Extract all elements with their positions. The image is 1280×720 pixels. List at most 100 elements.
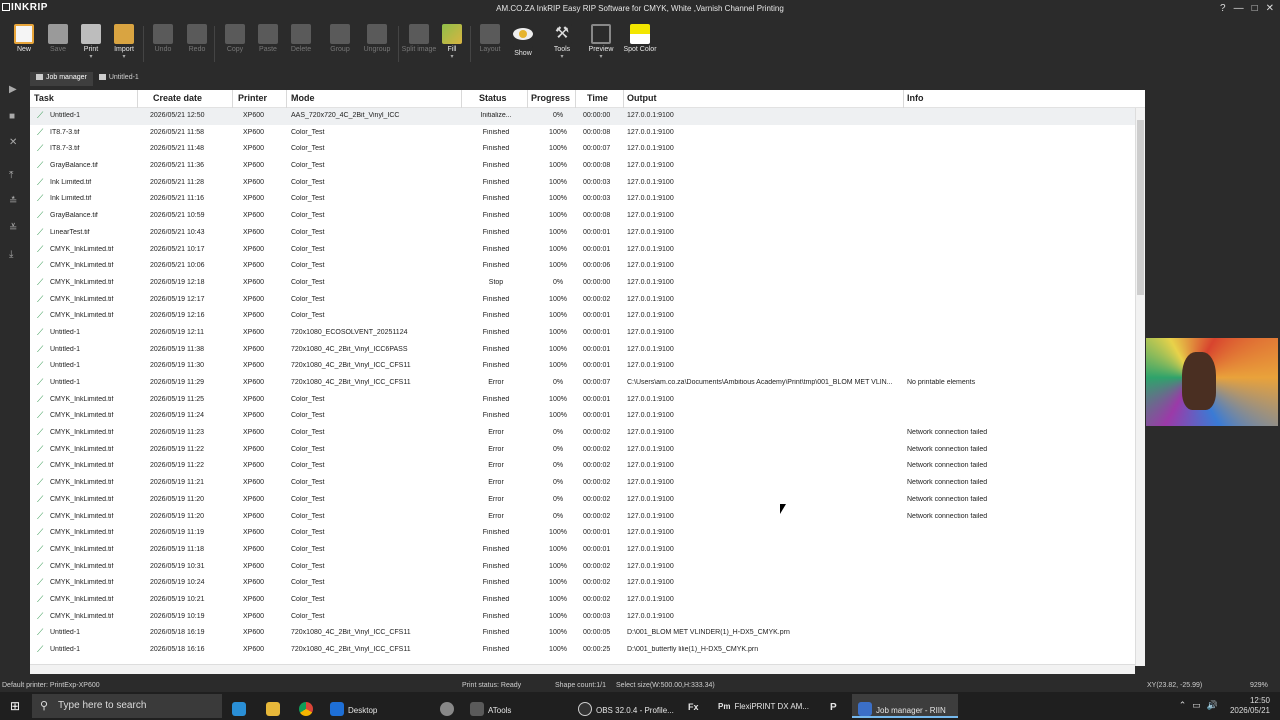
table-row[interactable]: ⟋ Ink Limited.tif 2026/05/21 11:16 XP600 Col… bbox=[30, 191, 1135, 208]
table-row[interactable]: ⟋ CMYK_InkLimited.tif 2026/05/21 10:06 XP60… bbox=[30, 258, 1135, 275]
tab-untitled-1[interactable]: Untitled-1 bbox=[93, 72, 145, 86]
import-button[interactable]: Import ▾ bbox=[106, 24, 142, 60]
preview-button[interactable]: Preview ▾ bbox=[583, 24, 619, 60]
table-row[interactable]: ⟋ Untitled-1 2026/05/19 12:11 XP600 720x1080… bbox=[30, 325, 1135, 342]
job-file-icon: ⟋ bbox=[37, 644, 44, 654]
cell-create-date: 2026/05/19 11:29 bbox=[150, 379, 204, 386]
save-button[interactable]: Save bbox=[40, 24, 76, 54]
windows-start-icon[interactable]: ⊞ bbox=[10, 700, 22, 712]
table-row[interactable]: ⟋ IT8.7-3.tif 2026/05/21 11:48 XP600 Color_T… bbox=[30, 141, 1135, 158]
new-button[interactable]: New bbox=[6, 24, 42, 54]
split-image-button[interactable]: Split image bbox=[401, 24, 437, 54]
vertical-scrollbar[interactable] bbox=[1135, 108, 1145, 666]
taskbar-app[interactable] bbox=[440, 694, 458, 718]
taskbar-atools[interactable]: ATools bbox=[470, 694, 570, 718]
fill-button[interactable]: Fill ▾ bbox=[434, 24, 470, 60]
table-row[interactable]: ⟋ Untitled-1 2026/05/18 16:19 XP600 720x1080… bbox=[30, 625, 1135, 642]
col-progress[interactable]: Progress bbox=[531, 93, 570, 103]
taskbar-obs[interactable]: OBS 32.0.4 - Profile... bbox=[578, 694, 678, 718]
taskbar-flexiprint[interactable]: Pm FlexiPRINT DX AM... bbox=[718, 694, 828, 718]
table-row[interactable]: ⟋ Untitled-1 2026/05/19 11:29 XP600 720x1080… bbox=[30, 375, 1135, 392]
cancel-icon[interactable]: ✕ bbox=[9, 137, 17, 148]
table-row[interactable]: ⟋ CMYK_InkLimited.tif 2026/05/19 12:17 XP60… bbox=[30, 292, 1135, 309]
group-button[interactable]: Group bbox=[322, 24, 358, 54]
table-row[interactable]: ⟋ GrayBalance.tif 2026/05/21 11:36 XP600 Col… bbox=[30, 158, 1135, 175]
table-row[interactable]: ⟋ CMYK_InkLimited.tif 2026/05/19 11:25 XP60… bbox=[30, 392, 1135, 409]
horizontal-scrollbar[interactable] bbox=[30, 664, 1135, 674]
scroll-thumb[interactable] bbox=[1137, 120, 1144, 295]
table-row[interactable]: ⟋ CMYK_InkLimited.tif 2026/05/19 11:24 XP60… bbox=[30, 408, 1135, 425]
move-down-icon[interactable]: ≚ bbox=[9, 223, 17, 234]
table-row[interactable]: ⟋ GrayBalance.tif 2026/05/21 10:59 XP600 Col… bbox=[30, 208, 1135, 225]
col-task[interactable]: Task bbox=[34, 93, 54, 103]
table-row[interactable]: ⟋ CMYK_InkLimited.tif 2026/05/19 10:24 XP60… bbox=[30, 575, 1135, 592]
col-create-date[interactable]: Create date bbox=[153, 93, 202, 103]
taskbar-desktop[interactable]: Desktop bbox=[330, 694, 430, 718]
redo-button[interactable]: Redo bbox=[179, 24, 215, 54]
table-row[interactable]: ⟋ CMYK_InkLimited.tif 2026/05/19 12:16 XP60… bbox=[30, 308, 1135, 325]
taskbar-fx[interactable]: Fx bbox=[688, 694, 699, 718]
stop-icon[interactable]: ■ bbox=[9, 111, 15, 122]
taskbar-chrome[interactable] bbox=[299, 694, 317, 718]
ungroup-button[interactable]: Ungroup bbox=[359, 24, 395, 54]
move-up-icon[interactable]: ≛ bbox=[9, 196, 17, 207]
move-bottom-icon[interactable]: ⤓ bbox=[9, 249, 13, 260]
delete-button[interactable]: Delete bbox=[283, 24, 319, 54]
table-row[interactable]: ⟋ Untitled-1 2026/05/18 16:16 XP600 720x1080… bbox=[30, 642, 1135, 659]
col-output[interactable]: Output bbox=[627, 93, 657, 103]
chevron-down-icon[interactable]: ▾ bbox=[583, 54, 619, 60]
taskbar-clock[interactable]: 12:50 2026/05/21 bbox=[1230, 696, 1270, 716]
copy-button[interactable]: Copy bbox=[217, 24, 253, 54]
chevron-down-icon[interactable]: ▾ bbox=[544, 54, 580, 60]
table-row[interactable]: ⟋ CMYK_InkLimited.tif 2026/05/19 11:23 XP60… bbox=[30, 425, 1135, 442]
table-row[interactable]: ⟋ CMYK_InkLimited.tif 2026/05/19 10:31 XP60… bbox=[30, 559, 1135, 576]
table-row[interactable]: ⟋ CMYK_InkLimited.tif 2026/05/19 11:22 XP60… bbox=[30, 458, 1135, 475]
col-status[interactable]: Status bbox=[479, 93, 507, 103]
table-row[interactable]: ⟋ IT8.7-3.tif 2026/05/21 11:58 XP600 Color_T… bbox=[30, 125, 1135, 142]
preview-thumbnail[interactable] bbox=[1146, 338, 1278, 426]
tools-button[interactable]: ⚒ Tools ▾ bbox=[544, 24, 580, 60]
table-row[interactable]: ⟋ CMYK_InkLimited.tif 2026/05/19 11:22 XP60… bbox=[30, 442, 1135, 459]
show-button[interactable]: Show bbox=[505, 24, 541, 58]
help-icon[interactable]: ? bbox=[1220, 3, 1226, 14]
table-row[interactable]: ⟋ CMYK_InkLimited.tif 2026/05/19 11:18 XP60… bbox=[30, 542, 1135, 559]
table-row[interactable]: ⟋ Untitled-1 2026/05/19 11:30 XP600 720x1080… bbox=[30, 358, 1135, 375]
table-row[interactable]: ⟋ CMYK_InkLimited.tif 2026/05/19 12:18 XP60… bbox=[30, 275, 1135, 292]
maximize-button[interactable]: □ bbox=[1252, 3, 1258, 14]
spot-color-button[interactable]: Spot Color bbox=[622, 24, 658, 54]
table-row[interactable]: ⟋ CMYK_InkLimited.tif 2026/05/19 11:19 XP60… bbox=[30, 525, 1135, 542]
taskbar-p[interactable]: P bbox=[830, 694, 837, 718]
chevron-down-icon[interactable]: ▾ bbox=[106, 54, 142, 60]
move-top-icon[interactable]: ⤒ bbox=[9, 170, 13, 181]
taskbar-search[interactable]: ⚲ Type here to search bbox=[32, 694, 222, 718]
print-button[interactable]: Print ▾ bbox=[73, 24, 109, 60]
close-button[interactable]: ✕ bbox=[1266, 3, 1274, 14]
paste-button[interactable]: Paste bbox=[250, 24, 286, 54]
table-row[interactable]: ⟋ CMYK_InkLimited.tif 2026/05/19 11:20 XP60… bbox=[30, 492, 1135, 509]
tab-job-manager[interactable]: Job manager bbox=[30, 72, 93, 86]
table-row[interactable]: ⟋ Untitled-1 2026/05/21 12:50 XP600 AAS_720x… bbox=[30, 108, 1135, 125]
table-row[interactable]: ⟋ CMYK_InkLimited.tif 2026/05/19 11:20 XP60… bbox=[30, 509, 1135, 526]
taskbar-edge[interactable] bbox=[232, 694, 250, 718]
col-info[interactable]: Info bbox=[907, 93, 924, 103]
table-row[interactable]: ⟋ LinearTest.tif 2026/05/21 10:43 XP600 Colo… bbox=[30, 225, 1135, 242]
system-tray-icons[interactable]: ⌃▭🔊 bbox=[1179, 700, 1224, 711]
undo-button[interactable]: Undo bbox=[145, 24, 181, 54]
table-row[interactable]: ⟋ CMYK_InkLimited.tif 2026/05/21 10:17 XP60… bbox=[30, 242, 1135, 259]
col-mode[interactable]: Mode bbox=[291, 93, 315, 103]
taskbar-explorer[interactable] bbox=[266, 694, 284, 718]
table-row[interactable]: ⟋ Ink Limited.tif 2026/05/21 11:28 XP600 Col… bbox=[30, 175, 1135, 192]
table-row[interactable]: ⟋ CMYK_InkLimited.tif 2026/05/19 10:19 XP60… bbox=[30, 609, 1135, 626]
table-row[interactable]: ⟋ CMYK_InkLimited.tif 2026/05/19 10:21 XP60… bbox=[30, 592, 1135, 609]
cell-printer: XP600 bbox=[243, 145, 265, 153]
minimize-button[interactable]: — bbox=[1234, 3, 1244, 14]
col-printer[interactable]: Printer bbox=[238, 93, 267, 103]
taskbar-job-manager[interactable]: Job manager - RIIN bbox=[852, 694, 958, 718]
col-time[interactable]: Time bbox=[587, 93, 608, 103]
chevron-down-icon[interactable]: ▾ bbox=[434, 54, 470, 60]
chevron-down-icon[interactable]: ▾ bbox=[73, 54, 109, 60]
table-row[interactable]: ⟋ Untitled-1 2026/05/19 11:38 XP600 720x1080… bbox=[30, 342, 1135, 359]
table-row[interactable]: ⟋ CMYK_InkLimited.tif 2026/05/19 11:21 XP60… bbox=[30, 475, 1135, 492]
layout-button[interactable]: Layout bbox=[472, 24, 508, 54]
play-icon[interactable]: ▶ bbox=[9, 84, 17, 95]
